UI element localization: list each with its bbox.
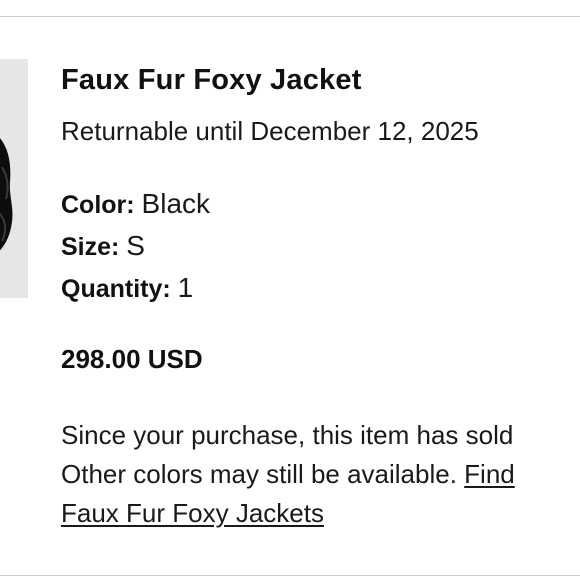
quantity-row: Quantity: 1 [61,272,193,304]
color-row: Color: Black [61,188,210,220]
size-label: Size: [61,233,127,261]
top-divider [0,16,580,17]
color-label: Color: [61,191,142,219]
jacket-photo-icon [0,138,13,251]
product-image[interactable] [0,59,28,298]
find-similar-link-part1[interactable]: Find [464,459,515,489]
notice-line-2: Other colors may still be available. Fin… [61,455,580,494]
returnable-until-text: Returnable until December 12, 2025 [61,116,479,146]
quantity-value: 1 [177,272,194,303]
color-value: Black [141,188,211,219]
find-similar-link-part2[interactable]: Faux Fur Foxy Jackets [61,498,324,528]
notice-line-3: Faux Fur Foxy Jackets [61,494,580,533]
size-value: S [126,230,145,261]
notice-line-2-text: Other colors may still be available. [61,459,465,489]
order-item-card: Faux Fur Foxy Jacket Returnable until De… [0,0,580,580]
product-name[interactable]: Faux Fur Foxy Jacket [61,64,362,97]
notice-line-1: Since your purchase, this item has sold [61,420,514,450]
size-row: Size: S [61,230,145,262]
sold-out-notice: Since your purchase, this item has sold … [61,416,580,533]
bottom-divider [0,575,580,576]
item-price: 298.00 USD [61,344,203,374]
quantity-label: Quantity: [61,275,178,303]
